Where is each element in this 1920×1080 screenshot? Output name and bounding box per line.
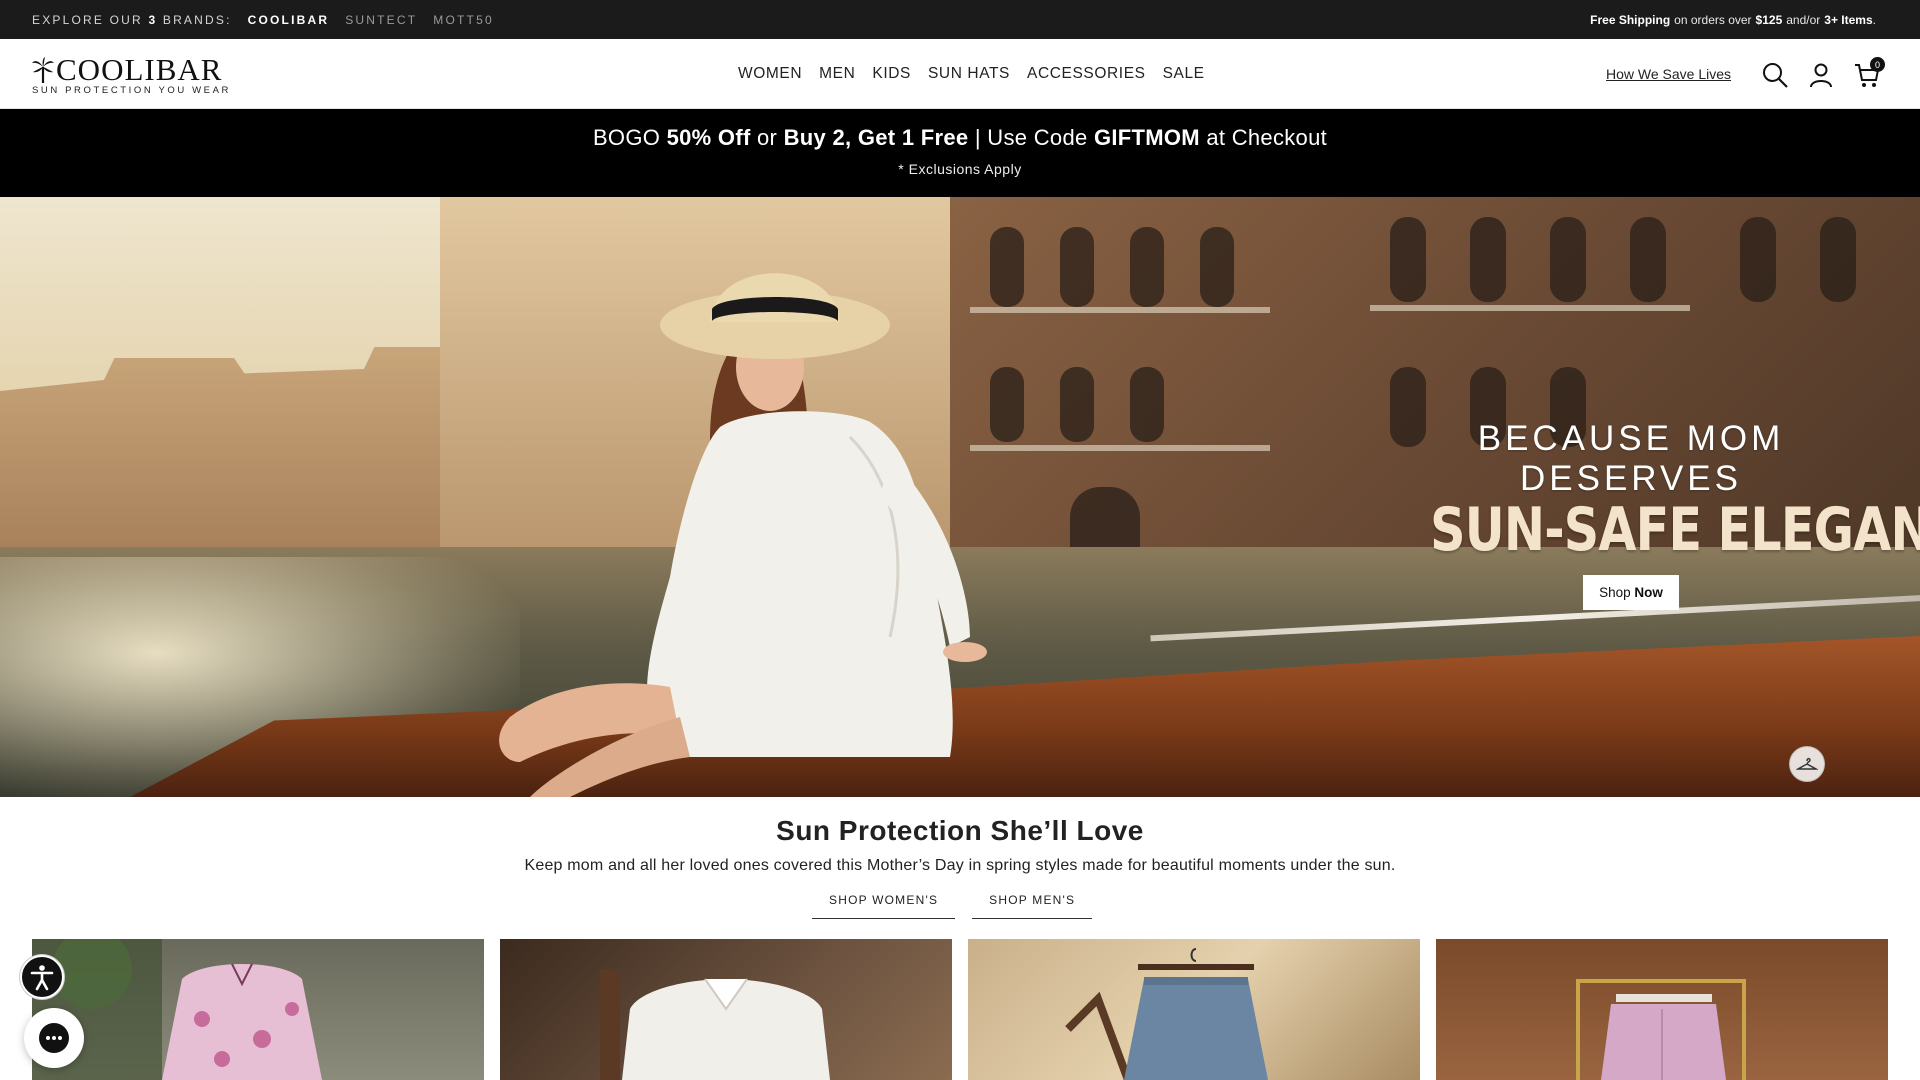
- product-tile-floral-shirt[interactable]: [32, 939, 484, 1080]
- cart-count-badge: 0: [1870, 57, 1885, 72]
- brand-link-coolibar[interactable]: COOLIBAR: [248, 13, 330, 27]
- nav-item-accessories[interactable]: ACCESSORIES: [1027, 65, 1146, 83]
- cart-button[interactable]: 0: [1853, 57, 1885, 89]
- hero-headline: SUN-SAFE ELEGANCE: [1430, 495, 1920, 565]
- explore-label: EXPLORE OUR 3 BRANDS:: [32, 12, 232, 27]
- product-image: [1065, 948, 1268, 1080]
- site-header: COOLIBAR SUN PROTECTION YOU WEAR WOMEN M…: [0, 39, 1920, 109]
- hero-shop-now-button[interactable]: Shop Now: [1583, 575, 1679, 610]
- hanger-icon: [1796, 757, 1818, 770]
- section-title: Sun Protection She’ll Love: [776, 815, 1144, 846]
- main-nav: WOMEN MEN KIDS SUN HATS ACCESSORIES SALE: [738, 39, 1222, 109]
- coolibar-logo[interactable]: COOLIBAR SUN PROTECTION YOU WEAR: [32, 53, 247, 97]
- product-image: [600, 969, 830, 1080]
- brand-link-suntect[interactable]: SUNTECT: [345, 13, 417, 27]
- brand-switcher: EXPLORE OUR 3 BRANDS: COOLIBAR SUNTECT M…: [32, 0, 510, 39]
- logo-tagline: SUN PROTECTION YOU WEAR: [32, 85, 231, 96]
- chat-icon: [39, 1023, 69, 1053]
- hero-model-figure: [499, 273, 987, 797]
- hero-copy: BECAUSE MOM DESERVES SUN-SAFE ELEGANCE S…: [1386, 419, 1920, 610]
- nav-item-sun-hats[interactable]: SUN HATS: [928, 65, 1010, 83]
- tab-shop-womens[interactable]: SHOP WOMEN'S: [812, 890, 956, 919]
- accessibility-icon: [30, 965, 54, 991]
- product-image: [32, 939, 322, 1080]
- product-image: [1576, 979, 1746, 1080]
- top-announcement-bar: EXPLORE OUR 3 BRANDS: COOLIBAR SUNTECT M…: [0, 0, 1920, 39]
- shop-the-look-button[interactable]: [1789, 746, 1825, 782]
- promo-banner[interactable]: BOGO 50% Off or Buy 2, Get 1 Free | Use …: [0, 109, 1920, 197]
- nav-item-sale[interactable]: SALE: [1163, 65, 1205, 83]
- nav-item-kids[interactable]: KIDS: [872, 65, 911, 83]
- section-description: Keep mom and all her loved ones covered …: [524, 857, 1396, 874]
- tab-shop-mens[interactable]: SHOP MEN'S: [972, 890, 1093, 919]
- logo-wordmark: COOLIBAR: [56, 52, 223, 87]
- account-icon: [1810, 63, 1832, 88]
- hero-pretitle: BECAUSE MOM DESERVES: [1477, 419, 1785, 498]
- product-tile-white-shirt[interactable]: [500, 939, 952, 1080]
- promo-exclusions: * Exclusions Apply: [898, 161, 1022, 177]
- product-tile-blue-skirt[interactable]: [968, 939, 1420, 1080]
- free-shipping-notice: Free Shipping on orders over $125 and/or…: [1590, 12, 1876, 27]
- account-button[interactable]: [1807, 61, 1835, 89]
- how-we-save-lives-link[interactable]: How We Save Lives: [1606, 39, 1731, 109]
- search-button[interactable]: [1761, 61, 1789, 89]
- logo-palm-icon: [32, 57, 54, 83]
- nav-item-men[interactable]: MEN: [819, 65, 855, 83]
- accessibility-button[interactable]: [20, 955, 64, 999]
- brand-link-mott50[interactable]: MOTT50: [433, 13, 494, 27]
- search-icon: [1763, 63, 1788, 88]
- shop-tabs: SHOP WOMEN'S SHOP MEN'S: [812, 890, 1109, 919]
- promo-headline: BOGO 50% Off or Buy 2, Get 1 Free | Use …: [592, 125, 1328, 150]
- chat-launcher-button[interactable]: [24, 1008, 84, 1068]
- product-tile-pink-pants[interactable]: [1436, 939, 1888, 1080]
- hero-banner[interactable]: BECAUSE MOM DESERVES SUN-SAFE ELEGANCE S…: [0, 197, 1920, 797]
- nav-item-women[interactable]: WOMEN: [738, 65, 802, 83]
